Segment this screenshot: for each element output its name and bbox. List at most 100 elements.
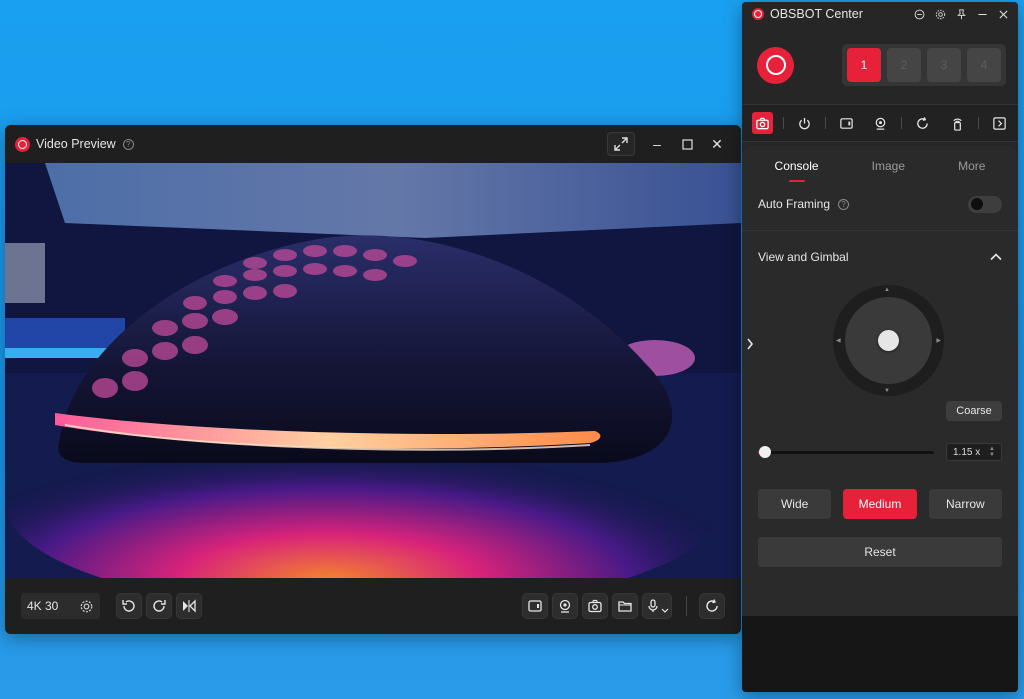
rotate-left-icon [122,600,135,612]
console-panel: Console Image More Auto Framing ? View a… [742,146,1018,616]
device-slot-1[interactable]: 1 [847,48,881,82]
chevron-down-icon[interactable] [661,607,669,615]
resolution-selector[interactable]: 4K 30 [21,593,100,619]
expand-panel-button[interactable] [989,112,1010,134]
toolbar-divider [783,117,784,129]
microphone-icon [648,599,658,612]
remote-button[interactable] [947,112,968,134]
power-button[interactable] [794,112,815,134]
fov-narrow-button[interactable]: Narrow [928,489,1002,519]
mirror-icon [183,599,196,613]
auto-framing-label: Auto Framing [758,197,831,211]
toolbar-divider [977,117,979,129]
minimize-icon[interactable] [976,8,989,21]
tab-more[interactable]: More [958,146,985,186]
tab-console[interactable]: Console [775,146,819,186]
video-record-icon [840,117,853,129]
preview-toolbar: 4K 30 [5,578,741,634]
camera-video-feed[interactable] [5,163,741,578]
toolbar-divider [825,117,826,129]
maximize-button[interactable] [673,132,701,156]
help-icon[interactable]: ? [838,198,850,210]
expand-icon[interactable] [607,132,635,156]
zoom-thumb[interactable] [759,446,771,458]
view-gimbal-header[interactable]: View and Gimbal [742,230,1018,283]
arrow-left-icon[interactable]: ◀ [836,337,841,344]
auto-framing-row: Auto Framing ? [742,186,1018,222]
mirror-button[interactable] [176,593,202,619]
record-button[interactable] [522,593,548,619]
refresh-button[interactable] [912,112,933,134]
pin-icon[interactable] [955,8,968,21]
video-preview-window: Video Preview ? – ✕ 4K 30 [5,125,741,634]
camera-icon [588,599,602,613]
refresh-icon [706,599,718,612]
record-video-button[interactable] [836,112,857,134]
mouse-scene-image [5,163,741,578]
folder-icon [618,601,632,612]
help-icon[interactable]: ? [122,138,134,150]
resolution-value: 4K 30 [27,599,59,613]
auto-framing-toggle[interactable] [968,195,1002,213]
zoom-spinner[interactable]: ▲ ▼ [989,446,995,458]
settings-tabs: Console Image More [742,146,1018,186]
webcam-icon [559,599,571,613]
remote-icon [953,118,962,131]
toolbar-divider [901,117,903,129]
collapse-panel-button[interactable] [742,321,758,367]
arrow-down-icon[interactable]: ▼ [884,388,890,394]
webcam-icon [876,117,886,130]
device-slot-selector: 1 2 3 4 [842,44,1006,86]
microphone-button[interactable] [642,593,672,619]
fov-medium-button[interactable]: Medium [843,489,917,519]
function-toolbar [742,104,1018,142]
chevron-up-icon[interactable] [990,253,1002,261]
joystick-ring[interactable]: ▲ ▼ ◀ ▶ [833,285,944,396]
coarse-button[interactable]: Coarse [946,401,1002,421]
snapshot-button[interactable] [582,593,608,619]
rotate-right-icon [153,600,166,612]
preview-titlebar: Video Preview ? – ✕ [5,125,741,163]
preview-title: Video Preview [36,137,116,151]
gear-icon[interactable] [934,8,947,21]
rotate-right-90-button[interactable] [146,593,172,619]
rotate-left-90-button[interactable] [116,593,142,619]
chevron-right-icon [747,338,754,350]
obsbot-logo-icon [15,136,30,152]
gimbal-joystick: ▲ ▼ ◀ ▶ [742,283,1018,413]
obsbot-logo-icon [752,8,764,20]
camera-icon [756,117,769,129]
arrow-right-icon[interactable]: ▶ [936,337,941,344]
tab-image[interactable]: Image [872,146,905,186]
reset-button[interactable]: Reset [758,537,1002,567]
device-slot-3[interactable]: 3 [927,48,961,82]
center-titlebar: OBSBOT Center [742,2,1018,26]
camera-control-button[interactable] [752,112,774,134]
device-slot-2[interactable]: 2 [887,48,921,82]
device-slot-4[interactable]: 4 [967,48,1001,82]
close-button[interactable]: ✕ [703,132,731,156]
toolbar-divider [686,596,687,616]
power-icon [799,117,810,129]
device-logo-icon[interactable] [757,46,794,84]
restart-button[interactable] [699,593,725,619]
zoom-row: 1.15 x ▲ ▼ [742,439,1018,465]
webcam-button[interactable] [870,112,891,134]
joystick-knob[interactable] [878,330,899,351]
zoom-input[interactable]: 1.15 x ▲ ▼ [946,443,1002,461]
device-row: 1 2 3 4 [742,26,1018,104]
gear-icon[interactable] [79,599,94,614]
webcam-button[interactable] [552,593,578,619]
obsbot-center-window: OBSBOT Center 1 2 3 4 Console Image More… [742,2,1018,692]
joystick-pad[interactable] [845,297,932,384]
zoom-slider[interactable] [758,446,934,458]
minimize-button[interactable]: – [643,132,671,156]
video-record-icon [528,600,542,612]
fov-wide-button[interactable]: Wide [758,489,832,519]
close-icon[interactable] [997,8,1010,21]
arrow-up-icon[interactable]: ▲ [884,287,890,293]
zoom-value: 1.15 x [953,446,981,458]
open-folder-button[interactable] [612,593,638,619]
record-icon[interactable] [913,8,926,21]
fov-selector: Wide Medium Narrow [742,489,1018,519]
